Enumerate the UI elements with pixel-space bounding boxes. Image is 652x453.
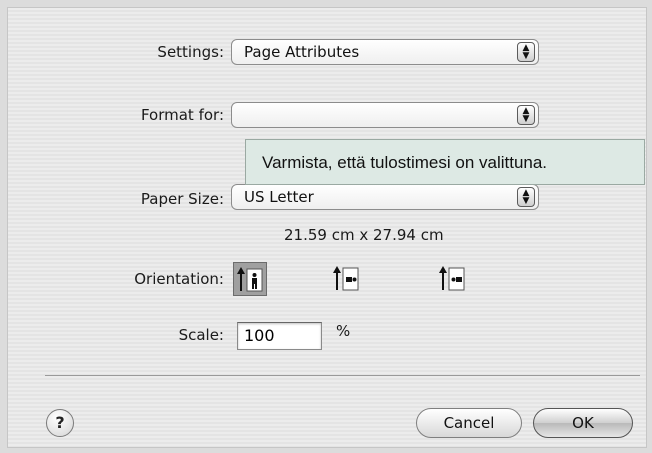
portrait-orientation-icon (237, 267, 263, 292)
cancel-button[interactable]: Cancel (416, 408, 522, 438)
orientation-portrait-button[interactable] (233, 262, 267, 296)
scale-label: Scale: (178, 326, 224, 344)
orientation-reverse-landscape-button[interactable] (436, 262, 470, 296)
settings-popup[interactable]: Page Attributes ▲ ▼ (231, 39, 539, 65)
settings-popup-value: Page Attributes (244, 43, 360, 61)
divider (45, 375, 640, 376)
paper-size-popup[interactable]: US Letter ▲ ▼ (231, 184, 539, 210)
popup-arrows-icon: ▲ ▼ (517, 105, 535, 125)
reverse-landscape-orientation-icon (439, 266, 465, 291)
orientation-label: Orientation: (134, 270, 224, 288)
format-for-popup[interactable]: ▲ ▼ (231, 102, 539, 128)
ok-button[interactable]: OK (533, 408, 633, 438)
orientation-landscape-button[interactable] (330, 262, 364, 296)
popup-arrows-icon: ▲ ▼ (517, 187, 535, 207)
paper-size-popup-value: US Letter (244, 188, 314, 206)
page-setup-dialog: Settings: Page Attributes ▲ ▼ Format for:… (7, 7, 647, 448)
paper-size-label: Paper Size: (140, 190, 224, 208)
popup-arrows-icon: ▲ ▼ (517, 42, 535, 62)
tooltip: Varmista, että tulostimesi on valittuna. (245, 139, 645, 185)
settings-label: Settings: (157, 43, 224, 61)
landscape-orientation-icon (333, 266, 359, 291)
format-for-label: Format for: (140, 106, 224, 124)
help-button[interactable]: ? (46, 409, 74, 437)
paper-dimensions: 21.59 cm x 27.94 cm (284, 226, 444, 244)
scale-input[interactable]: 100 (237, 322, 322, 350)
scale-percent-unit: % (336, 322, 351, 340)
